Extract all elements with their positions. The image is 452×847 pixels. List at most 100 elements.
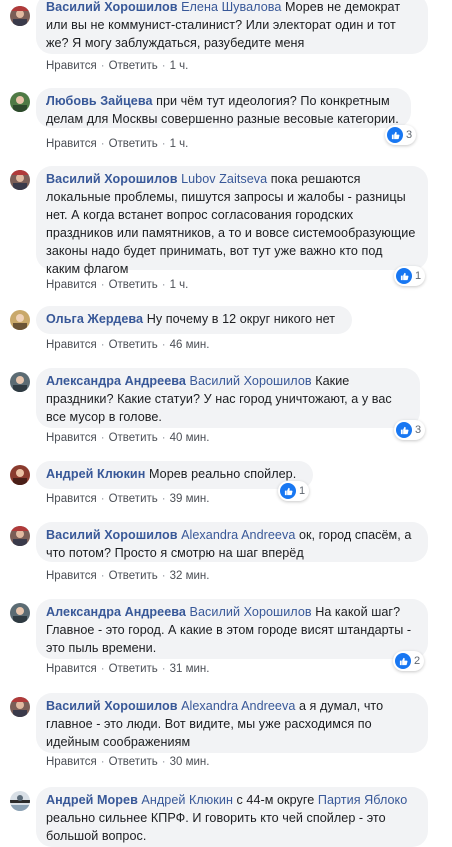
- separator: ·: [100, 663, 105, 675]
- comment-mention[interactable]: Василий Хорошилов: [190, 374, 312, 388]
- comment-bubble: Александра Андреева Василий Хорошилов Ка…: [36, 368, 420, 428]
- like-button[interactable]: Нравится: [46, 138, 97, 150]
- comment-bubble: Андрей Клюкин Морев реально спойлер.: [36, 461, 313, 489]
- avatar[interactable]: [10, 310, 30, 330]
- reaction-number: 3: [406, 129, 413, 141]
- comment-bubble: Андрей Морев Андрей Клюкин с 44-м округе…: [36, 787, 428, 847]
- separator: ·: [161, 663, 166, 675]
- comment-author[interactable]: Любовь Зайцева: [46, 94, 153, 108]
- reply-button[interactable]: Ответить: [109, 60, 158, 72]
- comment-author[interactable]: Василий Хорошилов: [46, 528, 178, 542]
- comment-author[interactable]: Андрей Клюкин: [46, 467, 145, 481]
- separator: ·: [161, 339, 166, 351]
- comment-text: пока решаются локальные проблемы, пишутс…: [46, 172, 416, 276]
- comment-mention[interactable]: Alexandra Andreeva: [181, 699, 295, 713]
- comment-time[interactable]: 1 ч.: [170, 138, 189, 150]
- comment-mention[interactable]: Василий Хорошилов: [190, 605, 312, 619]
- like-button[interactable]: Нравится: [46, 493, 97, 505]
- comment-mention[interactable]: Партия Яблоко: [318, 793, 407, 807]
- reaction-number: 1: [415, 270, 422, 282]
- separator: ·: [161, 279, 166, 291]
- reply-button[interactable]: Ответить: [109, 339, 158, 351]
- avatar[interactable]: [10, 92, 30, 112]
- comment-time[interactable]: 31 мин.: [170, 663, 210, 675]
- reply-button[interactable]: Ответить: [109, 570, 158, 582]
- comment-author[interactable]: Василий Хорошилов: [46, 172, 178, 186]
- comment-author[interactable]: Василий Хорошилов: [46, 699, 178, 713]
- comment-bubble: Александра Андреева Василий Хорошилов На…: [36, 599, 428, 659]
- comment-author[interactable]: Ольга Жердева: [46, 312, 143, 326]
- comment-time[interactable]: 46 мин.: [170, 339, 210, 351]
- reply-button[interactable]: Ответить: [109, 493, 158, 505]
- comment-actions: Нравится · Ответить · 39 мин.: [46, 492, 209, 506]
- separator: ·: [100, 279, 105, 291]
- like-reaction-icon: [387, 127, 403, 143]
- comment-bubble: Василий Хорошилов Alexandra Andreeva ок,…: [36, 522, 428, 562]
- reply-button[interactable]: Ответить: [109, 756, 158, 768]
- reaction-number: 1: [299, 485, 306, 497]
- comment-actions: Нравится · Ответить · 40 мин.: [46, 431, 209, 445]
- comment-actions: Нравится · Ответить · 1 ч.: [46, 278, 188, 292]
- separator: ·: [161, 138, 166, 150]
- like-button[interactable]: Нравится: [46, 339, 97, 351]
- comment-text: с 44-м округе: [232, 793, 318, 807]
- separator: ·: [161, 432, 166, 444]
- like-button[interactable]: Нравится: [46, 756, 97, 768]
- like-button[interactable]: Нравится: [46, 432, 97, 444]
- avatar[interactable]: [10, 697, 30, 717]
- comment-time[interactable]: 32 мин.: [170, 570, 210, 582]
- reaction-count[interactable]: 2: [393, 651, 425, 671]
- reaction-count[interactable]: 1: [394, 266, 426, 286]
- comment-mention[interactable]: Alexandra Andreeva: [181, 528, 295, 542]
- comment-author[interactable]: Василий Хорошилов: [46, 0, 178, 14]
- comment-mention[interactable]: Андрей Клюкин: [141, 793, 233, 807]
- comment-time[interactable]: 30 мин.: [170, 756, 210, 768]
- separator: ·: [100, 339, 105, 351]
- reaction-count[interactable]: 3: [394, 420, 426, 440]
- like-button[interactable]: Нравится: [46, 60, 97, 72]
- comment-text: реально сильнее КПРФ. И говорить кто чей…: [46, 811, 386, 843]
- reply-button[interactable]: Ответить: [109, 138, 158, 150]
- comment-author[interactable]: Александра Андреева: [46, 605, 186, 619]
- avatar[interactable]: [10, 170, 30, 190]
- comment-mention[interactable]: Елена Шувалова: [181, 0, 281, 14]
- like-button[interactable]: Нравится: [46, 663, 97, 675]
- comment-mention[interactable]: Lubov Zaitseva: [181, 172, 267, 186]
- comment-time[interactable]: 39 мин.: [170, 493, 210, 505]
- comment-author[interactable]: Андрей Морев: [46, 793, 138, 807]
- avatar[interactable]: [10, 6, 30, 26]
- avatar[interactable]: [10, 603, 30, 623]
- separator: ·: [100, 432, 105, 444]
- reply-button[interactable]: Ответить: [109, 432, 158, 444]
- avatar[interactable]: [10, 526, 30, 546]
- separator: ·: [161, 493, 166, 505]
- avatar[interactable]: [10, 465, 30, 485]
- comment-actions: Нравится · Ответить · 1 ч.: [46, 59, 188, 73]
- like-button[interactable]: Нравится: [46, 279, 97, 291]
- reaction-count[interactable]: 1: [278, 481, 310, 501]
- comment-bubble: Ольга Жердева Ну почему в 12 округ никог…: [36, 306, 352, 334]
- avatar[interactable]: [10, 372, 30, 392]
- like-reaction-icon: [396, 268, 412, 284]
- like-reaction-icon: [395, 653, 411, 669]
- comment-bubble: Василий Хорошилов Lubov Zaitseva пока ре…: [36, 166, 428, 276]
- separator: ·: [161, 570, 166, 582]
- separator: ·: [161, 756, 166, 768]
- comment-text: Морев реально спойлер.: [148, 467, 297, 481]
- like-reaction-icon: [280, 483, 296, 499]
- like-button[interactable]: Нравится: [46, 570, 97, 582]
- comment-author[interactable]: Александра Андреева: [46, 374, 186, 388]
- comment-actions: Нравится · Ответить · 1 ч.: [46, 137, 188, 151]
- comment-time[interactable]: 1 ч.: [170, 60, 189, 72]
- reaction-count[interactable]: 3: [385, 125, 417, 145]
- reply-button[interactable]: Ответить: [109, 279, 158, 291]
- comment-time[interactable]: 40 мин.: [170, 432, 210, 444]
- comment-bubble: Василий Хорошилов Елена Шувалова Морев н…: [36, 0, 428, 54]
- separator: ·: [100, 493, 105, 505]
- reaction-number: 2: [414, 655, 421, 667]
- comment-time[interactable]: 1 ч.: [170, 279, 189, 291]
- separator: ·: [100, 60, 105, 72]
- reply-button[interactable]: Ответить: [109, 663, 158, 675]
- avatar[interactable]: [10, 791, 30, 811]
- separator: ·: [100, 756, 105, 768]
